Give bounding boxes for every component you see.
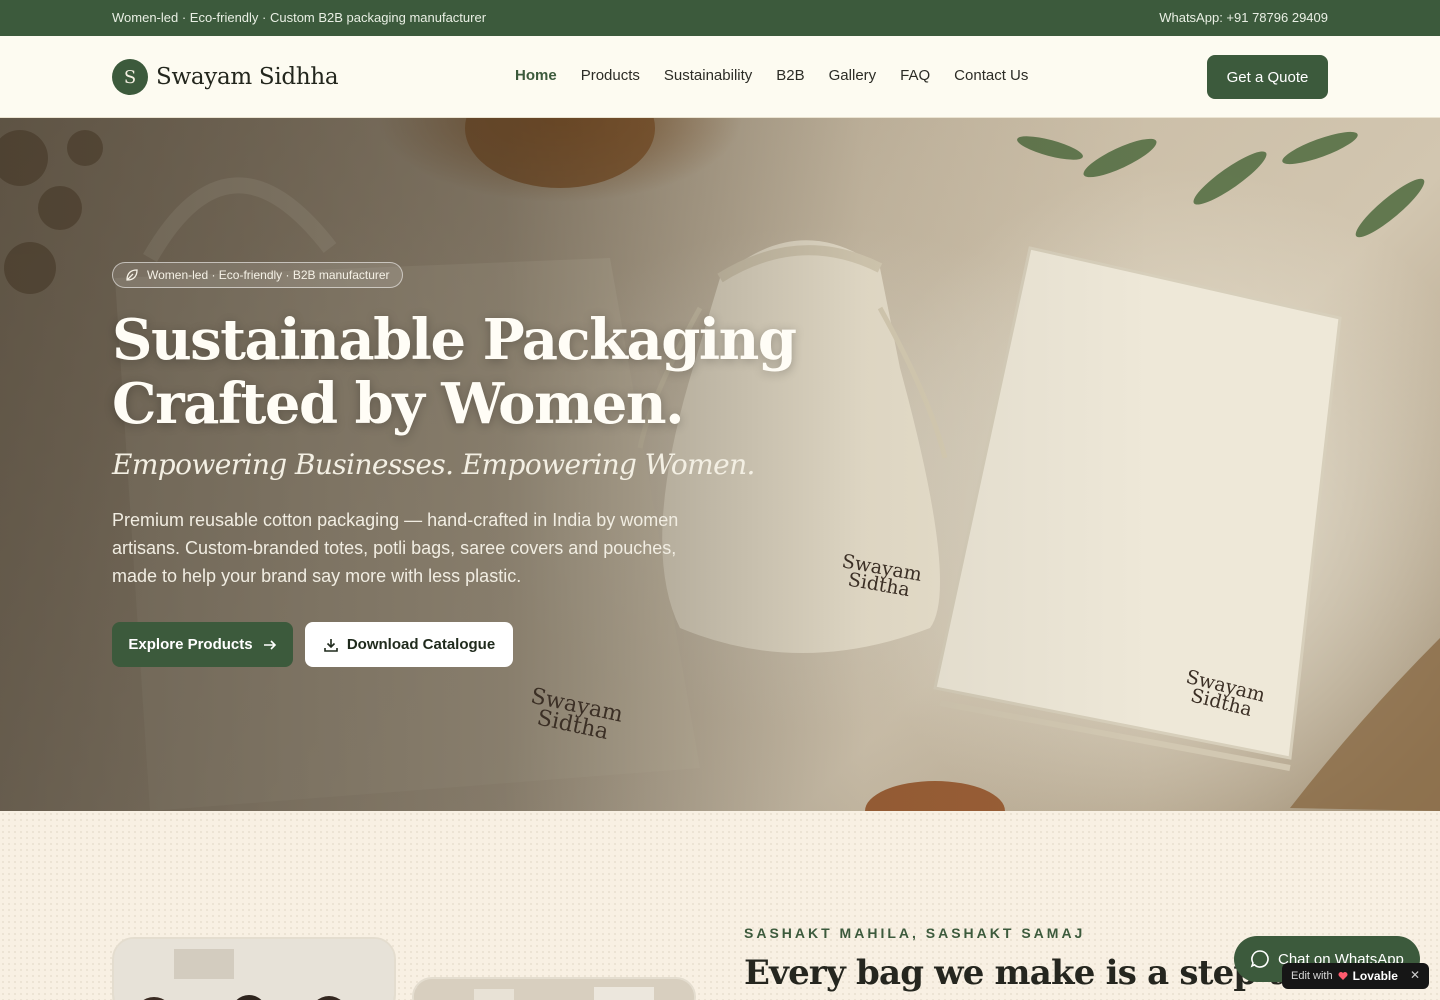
nav-b2b[interactable]: B2B	[776, 67, 804, 84]
workshop-photo	[412, 977, 696, 1000]
hero-title: Sustainable Packaging Crafted by Women.	[112, 308, 812, 436]
download-catalogue-label: Download Catalogue	[346, 636, 496, 653]
lovable-brand: Lovable	[1352, 969, 1398, 983]
leaf-icon	[126, 269, 138, 281]
nav-sustainability[interactable]: Sustainability	[664, 67, 752, 84]
hero-description: Premium reusable cotton packaging — hand…	[112, 510, 679, 586]
hero-title-line1: Sustainable Packaging	[112, 307, 797, 373]
nav-products[interactable]: Products	[581, 67, 640, 84]
nav-home[interactable]: Home	[515, 67, 557, 84]
site-header: S Swayam Sidhha Home Products Sustainabi…	[0, 36, 1440, 118]
hero-subtitle: Empowering Businesses. Empowering Women.	[112, 448, 755, 481]
hero-badge: Women-led · Eco-friendly · B2B manufactu…	[112, 262, 403, 288]
explore-products-button[interactable]: Explore Products	[112, 622, 293, 667]
logo-link[interactable]: S Swayam Sidhha	[112, 59, 339, 95]
hero-badge-text: Women-led · Eco-friendly · B2B manufactu…	[147, 268, 390, 282]
nav-faq[interactable]: FAQ	[900, 67, 930, 84]
hero-title-line2: Crafted by Women.	[112, 371, 685, 437]
get-quote-button[interactable]: Get a Quote	[1207, 55, 1328, 99]
arrow-right-icon	[263, 639, 276, 650]
edit-with-lovable-badge[interactable]: Edit with Lovable ✕	[1282, 963, 1429, 989]
announcement-bar: Women-led · Eco-friendly · Custom B2B pa…	[0, 0, 1440, 36]
edit-with-label: Edit with	[1291, 970, 1333, 982]
lovable-heart-icon	[1338, 972, 1348, 980]
chat-bubble-icon	[1250, 950, 1269, 968]
nav-gallery[interactable]: Gallery	[829, 67, 877, 84]
whatsapp-number-link[interactable]: WhatsApp: +91 78796 29409	[1159, 10, 1328, 25]
artisans-photo	[112, 937, 396, 1000]
hero-section: Swayam Sidtha Swayam Sidtha Swayam Sidth…	[0, 118, 1440, 811]
mission-section: SASHAKT MAHILA, SASHAKT SAMAJ Every bag …	[0, 811, 1440, 1000]
logo-mark: S	[112, 59, 148, 95]
main-nav: Home Products Sustainability B2B Gallery…	[515, 67, 1028, 84]
mission-eyebrow: SASHAKT MAHILA, SASHAKT SAMAJ	[744, 925, 1086, 941]
announcement-tagline: Women-led · Eco-friendly · Custom B2B pa…	[112, 10, 487, 25]
download-catalogue-button[interactable]: Download Catalogue	[305, 622, 513, 667]
download-icon	[324, 638, 338, 652]
logo-wordmark: Swayam Sidhha	[156, 64, 339, 90]
explore-products-label: Explore Products	[128, 636, 253, 653]
close-icon[interactable]: ✕	[1410, 968, 1420, 982]
nav-contact-us[interactable]: Contact Us	[954, 67, 1028, 84]
